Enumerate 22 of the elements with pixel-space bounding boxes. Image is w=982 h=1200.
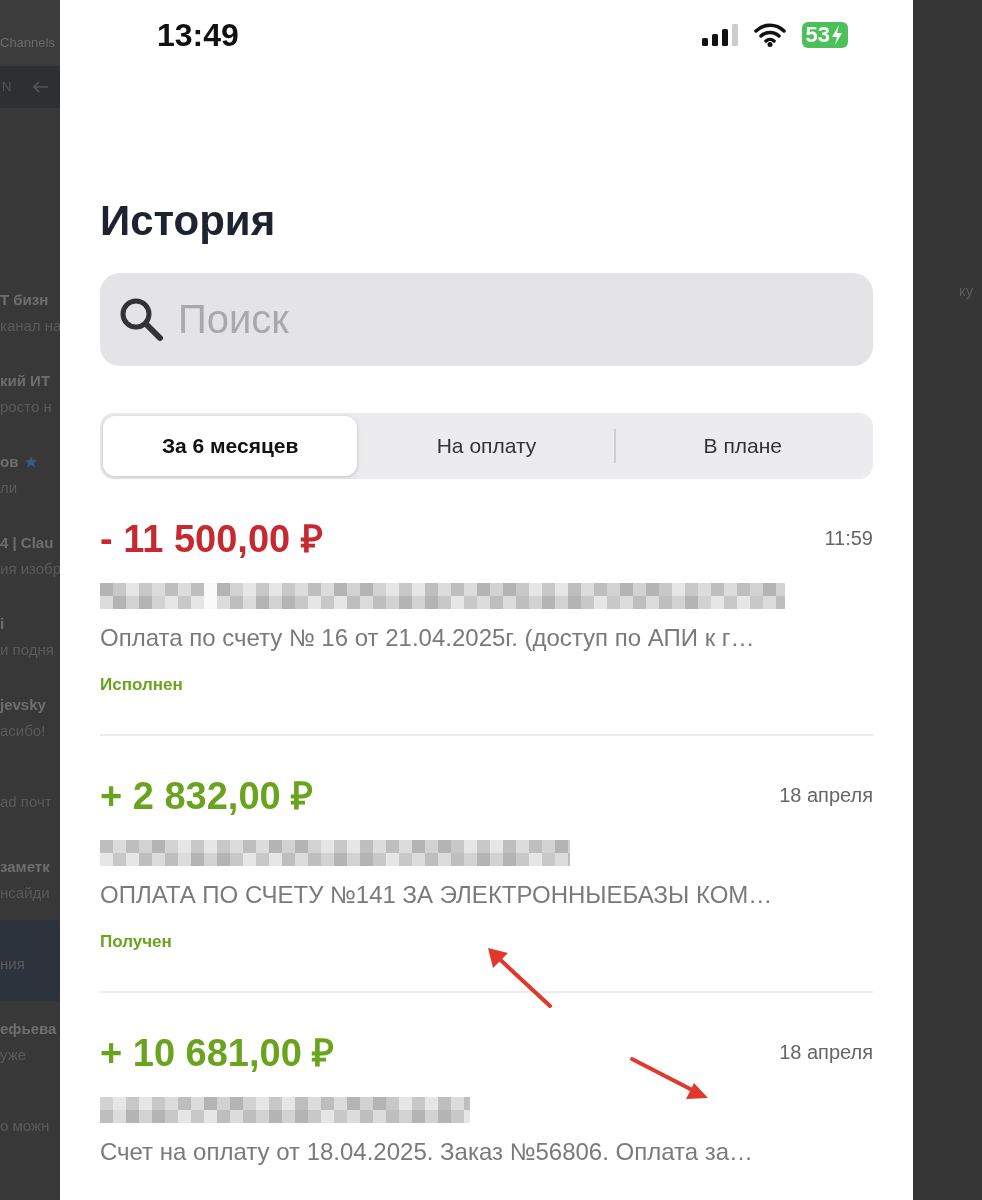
transaction-time: 11:59 [824, 526, 873, 551]
amount: + 2 832,00 ₽ [100, 774, 314, 818]
tab[interactable]: За 6 месяцев [103, 416, 358, 476]
wifi-icon [753, 23, 786, 47]
search-field[interactable]: Поиск [100, 273, 873, 366]
transaction-description: Оплата по счету № 16 от 21.04.2025г. (доступ по АПИ к г… [100, 623, 756, 653]
amount: - 11 500,00 ₽ [100, 517, 323, 561]
tab[interactable]: На оплату [359, 416, 614, 476]
back-arrow-icon [33, 81, 50, 93]
transaction-description: Счет на оплату от 18.04.2025. Заказ №56806. Оплата за… [100, 1137, 755, 1167]
transaction-status: Получен [100, 931, 173, 953]
transaction-description: ОПЛАТА ПО СЧЕТУ №141 ЗА ЭЛЕКТРОННЫЕБАЗЫ КОМ… [100, 880, 774, 910]
page-title: История [100, 197, 277, 245]
tab[interactable]: В плане [615, 416, 870, 476]
signal-icon [701, 24, 738, 46]
transaction-status: Исполнен [100, 674, 184, 696]
amount: + 10 681,00 ₽ [100, 1031, 335, 1075]
search-icon [118, 296, 164, 342]
battery-level: 53 [801, 22, 848, 48]
status-time: 13:49 [157, 16, 239, 55]
transaction-time: 18 апреля [779, 1040, 873, 1065]
transaction-time: 18 апреля [779, 783, 873, 808]
